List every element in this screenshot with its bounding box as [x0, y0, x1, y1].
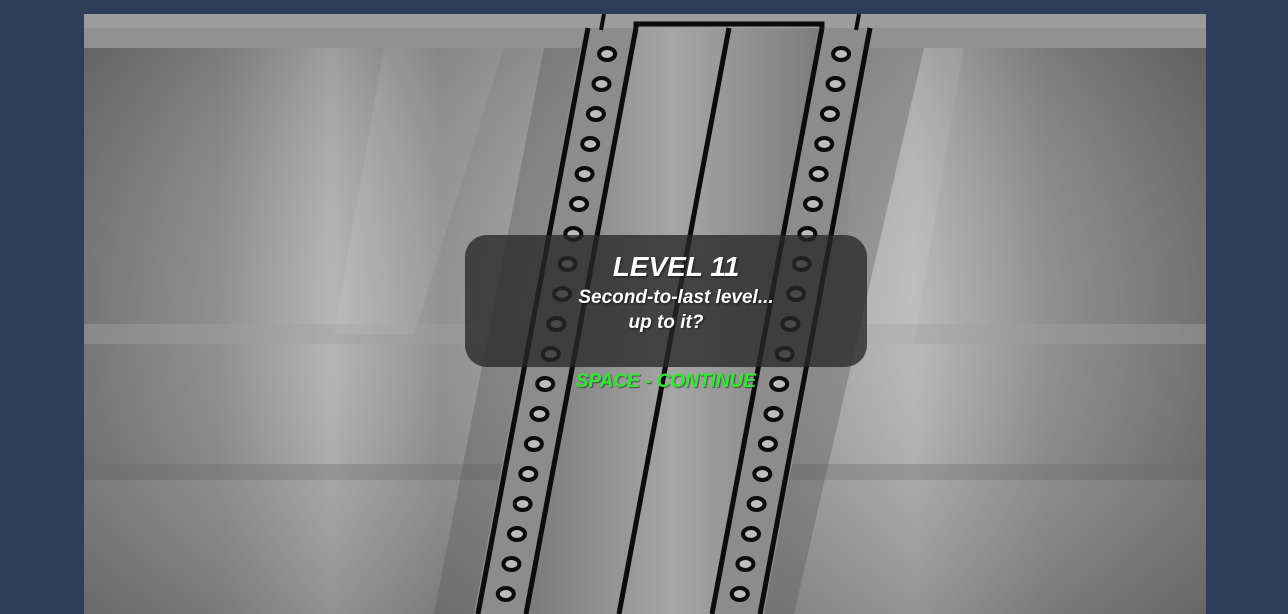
- film-strip-hole: [597, 46, 618, 62]
- film-strip-hole: [735, 556, 756, 572]
- film-strip-hole: [831, 46, 852, 62]
- film-strip-hole: [518, 466, 539, 482]
- film-strip-hole: [746, 496, 767, 512]
- film-strip-hole: [741, 526, 761, 542]
- film-strip-hole: [507, 526, 527, 542]
- film-strip-hole: [501, 556, 522, 572]
- continue-prompt[interactable]: SPACE - CONTINUE: [465, 371, 867, 393]
- film-strip-hole: [729, 586, 750, 602]
- level-message-line2: up to it?: [628, 312, 704, 333]
- film-strip-hole: [825, 76, 846, 92]
- film-strip-hole: [763, 406, 784, 422]
- game-viewport[interactable]: LEVEL 11 Second-to-last level... up to i…: [84, 14, 1206, 614]
- film-strip-hole: [512, 496, 533, 512]
- film-strip-hole: [585, 106, 606, 122]
- film-strip-hole: [757, 436, 778, 452]
- film-strip-hole: [580, 136, 601, 152]
- level-title: LEVEL 11: [612, 251, 740, 282]
- film-strip-hole: [808, 166, 829, 182]
- film-strip-hole: [819, 106, 840, 122]
- level-message-panel: LEVEL 11 Second-to-last level... up to i…: [465, 235, 867, 367]
- film-strip-hole: [814, 136, 835, 152]
- film-strip-hole: [523, 436, 544, 452]
- film-strip-hole: [569, 196, 589, 212]
- film-strip-hole: [591, 76, 612, 92]
- level-message-line1: Second-to-last level...: [578, 287, 774, 308]
- film-strip-hole: [495, 586, 516, 602]
- film-strip-hole: [529, 406, 550, 422]
- film-strip-hole: [803, 196, 823, 212]
- film-strip-hole: [752, 466, 773, 482]
- film-strip-hole: [574, 166, 595, 182]
